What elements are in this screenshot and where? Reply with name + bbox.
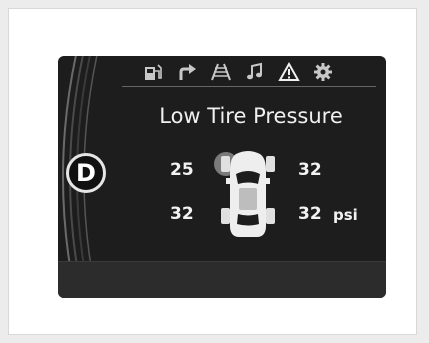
warning-title: Low Tire Pressure (159, 104, 343, 128)
fuel-station-icon (145, 64, 162, 80)
pressure-unit: psi (333, 206, 358, 224)
gear-indicator: D (66, 153, 106, 193)
tire-front-right-value: 32 (298, 160, 322, 180)
lane-road-icon (211, 63, 231, 81)
cluster-display: D Low Tire Pressure 25 32 32 32 psi (58, 56, 386, 298)
display-footer-bar (58, 261, 386, 298)
settings-gear-icon (314, 63, 332, 81)
tire-rear-left-value: 32 (170, 204, 194, 224)
tire-rear-right-value: 32 (298, 204, 322, 224)
turn-arrow-icon (179, 64, 196, 80)
warning-triangle-icon (278, 62, 300, 81)
tire-front-left-value: 25 (170, 160, 194, 180)
music-note-icon (247, 62, 262, 80)
car-top-view-icon (214, 151, 275, 237)
header-divider (122, 86, 376, 87)
